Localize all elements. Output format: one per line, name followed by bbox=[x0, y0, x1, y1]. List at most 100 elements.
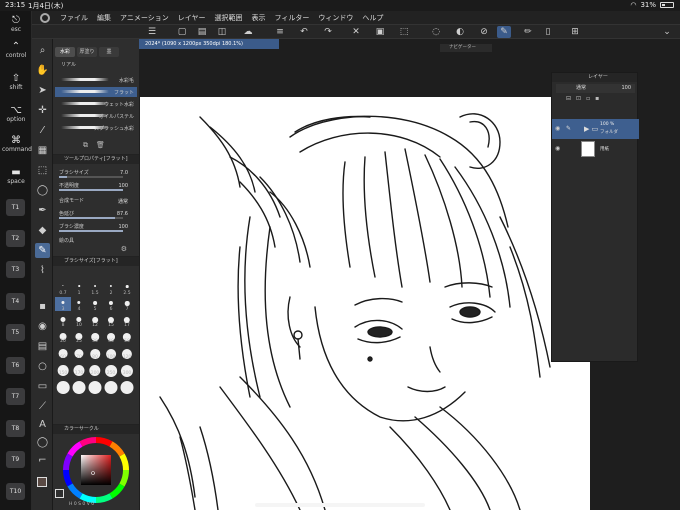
prop-opacity[interactable]: 不透明度 100 bbox=[59, 182, 137, 192]
brush-size-cell[interactable]: 250 bbox=[103, 361, 119, 377]
subtool-item[interactable]: 水彩毛 bbox=[55, 75, 137, 85]
subtool-item[interactable]: スプラッシュ水彩 bbox=[55, 123, 137, 133]
brush-size-cell[interactable]: 120 bbox=[119, 345, 135, 360]
menu-selection[interactable]: 選択範囲 bbox=[215, 13, 243, 23]
menu-view[interactable]: 表示 bbox=[252, 13, 266, 23]
layer-row-paper[interactable]: ◉ 用紙 bbox=[552, 139, 639, 159]
select-icon[interactable]: ⊘ bbox=[477, 26, 491, 38]
brush-size-cell[interactable] bbox=[71, 377, 87, 394]
subtool-tab-ink[interactable]: 墨 bbox=[99, 47, 119, 57]
blend-tool-icon[interactable]: ▪ bbox=[35, 299, 50, 314]
subtool-item[interactable]: ウェット水彩 bbox=[55, 99, 137, 109]
eye-icon[interactable]: ◉ bbox=[555, 145, 560, 152]
menu-edit[interactable]: 編集 bbox=[97, 13, 111, 23]
brush-size-cell[interactable] bbox=[87, 377, 103, 394]
balloon-tool-icon[interactable]: ◯ bbox=[35, 435, 50, 450]
shift-key[interactable]: ⇧ shift bbox=[2, 73, 30, 91]
stack-icon[interactable]: ≡ bbox=[273, 26, 287, 38]
brush-size-cell[interactable]: 1 bbox=[71, 281, 87, 296]
brush-size-cell[interactable] bbox=[103, 377, 119, 394]
brush-tool-icon[interactable]: ✎ bbox=[35, 243, 50, 258]
airbrush-icon[interactable]: ⌇ bbox=[35, 263, 50, 278]
settings-icon[interactable]: ⚙ bbox=[121, 245, 127, 253]
t4-key[interactable]: T4 bbox=[6, 293, 25, 310]
brush-size-cell[interactable]: 2 bbox=[103, 281, 119, 296]
brush-size-cell[interactable]: 7 bbox=[119, 297, 135, 312]
grid-icon[interactable]: ⊞ bbox=[568, 26, 582, 38]
t8-key[interactable]: T8 bbox=[6, 420, 25, 437]
esc-key[interactable]: ⎋ esc bbox=[2, 15, 30, 33]
brush-size-cell[interactable]: 100 bbox=[103, 345, 119, 360]
brush-size-cell[interactable]: 30 bbox=[87, 329, 103, 344]
subtool-item[interactable]: オイルパステル bbox=[55, 111, 137, 121]
menu-animation[interactable]: アニメーション bbox=[120, 13, 169, 23]
foreground-color-swatch[interactable] bbox=[55, 489, 64, 498]
layer-row-folder[interactable]: ◉ ✎ ▶ ▭ 100 % フォルダ bbox=[552, 119, 639, 139]
brush-size-cell[interactable]: 80 bbox=[87, 345, 103, 360]
t9-key[interactable]: T9 bbox=[6, 451, 25, 468]
menu-help[interactable]: ヘルプ bbox=[362, 13, 383, 23]
gradient-tool-icon[interactable]: ▤ bbox=[35, 339, 50, 354]
brush-size-cell[interactable]: 20 bbox=[55, 329, 71, 344]
frame-tool-icon[interactable]: ▭ bbox=[35, 379, 50, 394]
fill-tool-icon[interactable]: ◉ bbox=[35, 319, 50, 334]
operation-tool-icon[interactable]: ➤ bbox=[35, 83, 50, 98]
lasso-icon[interactable]: ◌ bbox=[429, 26, 443, 38]
clip-icon[interactable]: ⊡ bbox=[576, 95, 581, 103]
t7-key[interactable]: T7 bbox=[6, 388, 25, 405]
menu-filter[interactable]: フィルター bbox=[275, 13, 310, 23]
brush-size-cell[interactable]: 50 bbox=[119, 329, 135, 344]
prop-blend-mode[interactable]: 合成モード 通常 bbox=[59, 197, 137, 207]
brush-size-cell[interactable]: 12 bbox=[87, 313, 103, 328]
home-indicator[interactable] bbox=[255, 503, 425, 507]
ref-icon[interactable]: ▫ bbox=[586, 95, 590, 103]
collapse-icon[interactable]: ⌄ bbox=[660, 26, 674, 38]
copy-subtool-icon[interactable]: ⧉ bbox=[83, 141, 88, 150]
mask-icon[interactable]: ▪ bbox=[595, 95, 599, 103]
t2-key[interactable]: T2 bbox=[6, 230, 25, 247]
brush-size-cell[interactable]: 70 bbox=[71, 345, 87, 360]
cloud-icon[interactable]: ☁ bbox=[241, 26, 255, 38]
brush-size-cell[interactable]: 200 bbox=[87, 361, 103, 377]
brush-size-cell[interactable]: 25 bbox=[71, 329, 87, 344]
t6-key[interactable]: T6 bbox=[6, 357, 25, 374]
t10-key[interactable]: T10 bbox=[6, 483, 25, 500]
command-key[interactable]: ⌘ command bbox=[2, 135, 32, 153]
brush-size-cell[interactable]: 40 bbox=[103, 329, 119, 344]
brush-size-cell[interactable] bbox=[55, 377, 71, 394]
app-logo-icon[interactable] bbox=[40, 13, 50, 23]
brush-size-cell[interactable]: 6 bbox=[103, 297, 119, 312]
main-color-icon[interactable] bbox=[35, 475, 50, 490]
menu-file[interactable]: ファイル bbox=[60, 13, 88, 23]
transform-icon[interactable]: ⬚ bbox=[397, 26, 411, 38]
control-key[interactable]: ⌃ control bbox=[2, 41, 30, 59]
brush-mode-icon[interactable]: ✎ bbox=[497, 26, 511, 38]
brush-size-cell[interactable]: 60 bbox=[55, 345, 71, 360]
brush-size-cell[interactable]: 10 bbox=[71, 313, 87, 328]
hand-tool-icon[interactable]: ✋ bbox=[35, 63, 50, 78]
undo-icon[interactable]: ↶ bbox=[297, 26, 311, 38]
auto-select-icon[interactable]: ◯ bbox=[35, 183, 50, 198]
brush-size-cell[interactable]: 300 bbox=[119, 361, 135, 378]
prop-color-stretch[interactable]: 色延び 87.6 bbox=[59, 210, 137, 220]
t1-key[interactable]: T1 bbox=[6, 199, 25, 216]
delete-icon[interactable]: ✕ bbox=[349, 26, 363, 38]
line-correct-icon[interactable]: ⌐ bbox=[35, 453, 50, 468]
brush-size-cell[interactable]: 17 bbox=[119, 313, 135, 328]
save-icon[interactable]: ◫ bbox=[215, 26, 229, 38]
t3-key[interactable]: T3 bbox=[6, 261, 25, 278]
brush-size-cell[interactable]: 150 bbox=[55, 361, 71, 376]
document-tab[interactable]: 2024* (1090 x 1200px 350dpi 180.1%) bbox=[139, 39, 279, 49]
space-key[interactable]: ▬ space bbox=[2, 167, 30, 185]
hamburger-icon[interactable]: ☰ bbox=[145, 26, 159, 38]
figure-tool-icon[interactable]: ○ bbox=[35, 359, 50, 374]
selection-tool-icon[interactable]: ⬚ bbox=[35, 163, 50, 178]
brush-size-cell[interactable] bbox=[119, 377, 135, 394]
color-wheel[interactable] bbox=[53, 434, 139, 510]
subtool-tab-watercolor[interactable]: 水彩 bbox=[55, 47, 75, 57]
layer-opacity[interactable]: 100 bbox=[621, 85, 631, 91]
brush-size-cell[interactable]: 4 bbox=[71, 297, 87, 312]
eraser-tool-icon[interactable]: ◆ bbox=[35, 223, 50, 238]
t5-key[interactable]: T5 bbox=[6, 324, 25, 341]
new-canvas-icon[interactable]: ▢ bbox=[175, 26, 189, 38]
